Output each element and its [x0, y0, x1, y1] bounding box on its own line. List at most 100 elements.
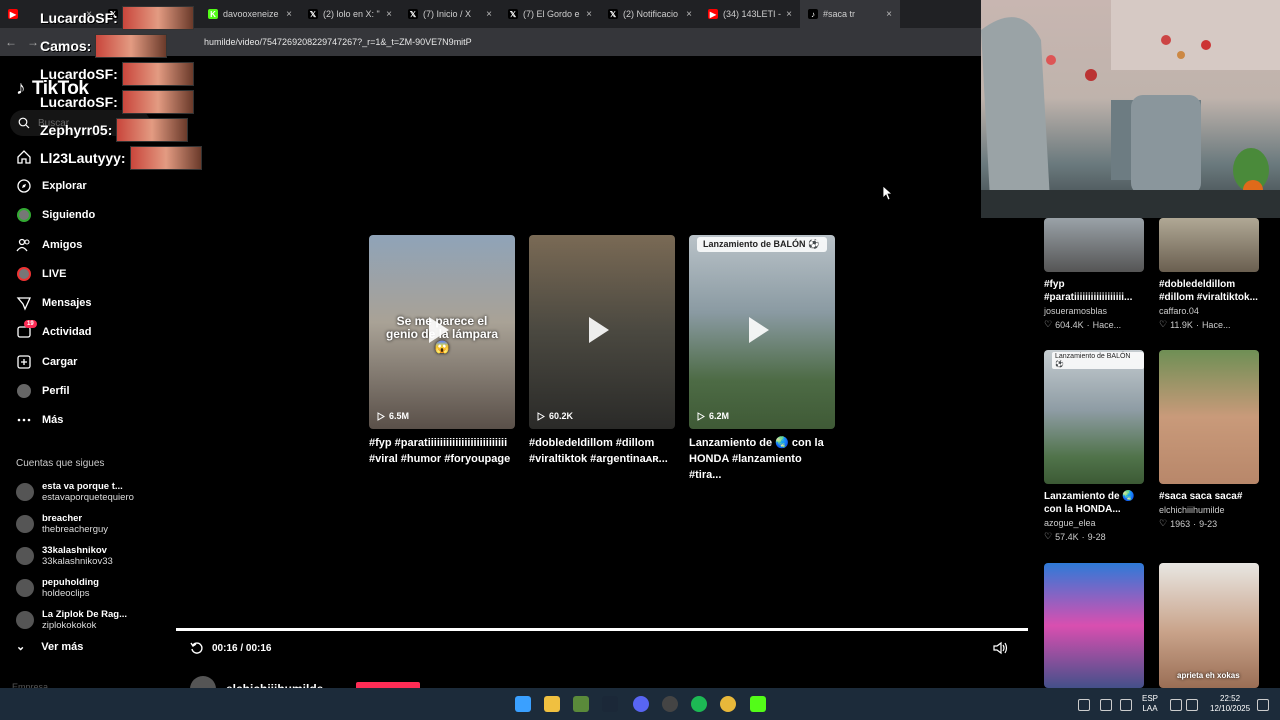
obs-icon[interactable] — [662, 696, 678, 712]
sidebar-item-label: Perfil — [42, 385, 70, 398]
spotify-icon[interactable] — [691, 696, 707, 712]
related-user[interactable]: josueramosblas — [1044, 306, 1144, 316]
following-account[interactable]: esta va porque t... estavaporquetequiero — [16, 476, 156, 508]
network-icon[interactable] — [1170, 699, 1182, 711]
related-title[interactable]: #fyp #paratiiiiiiiiiiiiiiiiii... — [1044, 278, 1144, 304]
related-user[interactable]: caffaro.04 — [1159, 306, 1259, 316]
related-video-card[interactable]: #saca saca saca# elchichiiihumilde ♡ 1963 · 9… — [1159, 350, 1259, 529]
related-user[interactable]: elchichiiihumilde — [1159, 505, 1259, 515]
play-icon[interactable] — [749, 317, 769, 343]
sidebar-item-label: Más — [42, 414, 64, 427]
shield-icon[interactable] — [1100, 699, 1112, 711]
video-card[interactable]: 60.2K #dobledeldillom #dillom #viraltikto… — [529, 235, 675, 483]
related-title[interactable]: #saca saca saca# — [1159, 490, 1259, 503]
sidebar-item-amigos[interactable]: Amigos — [0, 230, 160, 259]
video-thumbnail[interactable]: Lanzamiento de BALÓN ⚽ 6.2M — [689, 235, 835, 429]
chat-username: LucardoSF: — [40, 10, 118, 26]
account-text: breacher thebreacherguy — [42, 513, 108, 535]
browser-tab[interactable]: 𝕏 (2) Notificacio × — [600, 0, 700, 28]
chevron-up-icon[interactable] — [1078, 699, 1090, 711]
related-thumbnail[interactable]: aprieta eh xokas — [1159, 563, 1259, 688]
video-card[interactable]: Lanzamiento de BALÓN ⚽ 6.2M Lanzamiento de… — [689, 235, 835, 483]
video-thumbnail[interactable]: Se me parece el genio de la lámpara 😱 6.5… — [369, 235, 515, 429]
volume-icon[interactable] — [1186, 699, 1198, 711]
play-icon[interactable] — [429, 317, 449, 343]
related-video-card[interactable]: Lanzamiento de BALÓN ⚽ Lanzamiento de 🌏 c… — [1044, 350, 1144, 542]
sidebar-item-explorar[interactable]: Explorar — [0, 171, 160, 200]
video-description[interactable]: Lanzamiento de 🌏 con la HONDA #lanzamien… — [689, 435, 835, 483]
related-video-card[interactable]: #fyp #paratiiiiiiiiiiiiiiiiii... josueram… — [1044, 218, 1144, 330]
browser-tab[interactable]: Kdavooxeneize × — [200, 0, 300, 28]
browser-tab[interactable]: 𝕏 (7) El Gordo e × — [500, 0, 600, 28]
replay-icon[interactable] — [190, 641, 204, 655]
close-icon[interactable]: × — [286, 9, 292, 20]
related-thumbnail[interactable] — [1159, 218, 1259, 272]
sidebar-item-label: Siguiendo — [42, 209, 96, 222]
more-icon — [16, 412, 32, 428]
close-icon[interactable]: × — [386, 9, 392, 20]
related-title[interactable]: #dobledeldillom #dillom #viraltiktok... — [1159, 278, 1259, 304]
related-thumbnail[interactable] — [1044, 563, 1144, 688]
stream-chat-overlay: LucardoSF: Camos: LucardoSF: LucardoSF: Zeph… — [40, 4, 210, 172]
windows-start-icon[interactable] — [515, 696, 531, 712]
related-meta: ♡ 57.4K · 9-28 — [1044, 531, 1144, 542]
browser-tab[interactable]: 𝕏 (2) lolo en X: " × — [300, 0, 400, 28]
file-explorer-icon[interactable] — [544, 696, 560, 712]
sidebar-item-actividad[interactable]: Actividad 19 — [0, 318, 160, 347]
sidebar-item-ms[interactable]: Más — [0, 406, 160, 435]
video-thumbnail[interactable]: 60.2K — [529, 235, 675, 429]
avatar — [16, 515, 34, 533]
play-small-icon — [537, 411, 545, 421]
account-text: esta va porque t... estavaporquetequiero — [42, 481, 134, 503]
sidebar-item-live[interactable]: LIVE — [0, 259, 160, 288]
kick-icon[interactable] — [750, 696, 766, 712]
close-icon[interactable]: × — [886, 9, 892, 20]
close-icon[interactable]: × — [786, 9, 792, 20]
sidebar-item-mensajes[interactable]: Mensajes — [0, 288, 160, 317]
address-bar[interactable]: humilde/video/7547269208229747267?_r=1&_… — [204, 37, 472, 47]
chrome-icon[interactable] — [720, 696, 736, 712]
account-handle: holdeoclips — [42, 588, 90, 599]
play-icon[interactable] — [589, 317, 609, 343]
sidebar-item-cargar[interactable]: Cargar — [0, 347, 160, 376]
steam-icon[interactable] — [602, 696, 618, 712]
related-video-card[interactable]: #dobledeldillom #dillom #viraltiktok... c… — [1159, 218, 1259, 330]
related-thumbnail[interactable] — [1044, 218, 1144, 272]
browser-tab[interactable]: ♪ #saca tr × — [800, 0, 900, 28]
microphone-icon[interactable] — [1120, 699, 1132, 711]
related-thumbnail[interactable]: Lanzamiento de BALÓN ⚽ — [1044, 350, 1144, 484]
tab-title: (34) 143LETI - — [723, 9, 782, 19]
volume-icon[interactable] — [993, 641, 1009, 655]
video-progress-bar[interactable] — [176, 628, 1028, 631]
view-count-value: 60.2K — [549, 411, 574, 421]
related-thumbnail[interactable] — [1159, 350, 1259, 484]
chat-username: Camos: — [40, 38, 92, 54]
player-controls: 00:16 / 00:16 — [190, 641, 272, 655]
related-title[interactable]: Lanzamiento de 🌏 con la HONDA... — [1044, 490, 1144, 516]
browser-tab[interactable]: 𝕏 (7) Inicio / X × — [400, 0, 500, 28]
sidebar-item-siguiendo[interactable]: Siguiendo — [0, 201, 160, 230]
following-account[interactable]: breacher thebreacherguy — [16, 508, 156, 540]
related-video-card[interactable]: aprieta eh xokas — [1159, 563, 1259, 688]
discord-icon[interactable] — [633, 696, 649, 712]
close-icon[interactable]: × — [686, 9, 692, 20]
notification-icon[interactable] — [1257, 699, 1269, 711]
related-video-card[interactable] — [1044, 563, 1144, 688]
video-description[interactable]: #fyp #paratiiiiiiiiiiiiiiiiiiiiiiiiii #v… — [369, 435, 515, 467]
related-user[interactable]: azogue_elea — [1044, 518, 1144, 528]
following-account[interactable]: pepuholding holdeoclips — [16, 572, 156, 604]
video-card[interactable]: Se me parece el genio de la lámpara 😱 6.5… — [369, 235, 515, 483]
sidebar-item-perfil[interactable]: Perfil — [0, 376, 160, 405]
clock[interactable]: 22:52 12/10/2025 — [1210, 694, 1250, 714]
profile-icon — [16, 383, 32, 399]
following-account[interactable]: La Ziplok De Rag... ziplokokokok — [16, 604, 156, 636]
see-more-button[interactable]: ⌄ Ver más — [16, 640, 83, 654]
minecraft-icon[interactable] — [573, 696, 589, 712]
close-icon[interactable]: × — [486, 9, 492, 20]
language-indicator[interactable]: ESP LAA — [1142, 694, 1158, 714]
back-icon[interactable]: ← — [0, 35, 22, 49]
following-account[interactable]: 33kalashnikov 33kalashnikov33 — [16, 540, 156, 572]
video-description[interactable]: #dobledeldillom #dillom #viraltiktok #ar… — [529, 435, 675, 467]
close-icon[interactable]: × — [586, 9, 592, 20]
browser-tab[interactable]: ▶ (34) 143LETI - × — [700, 0, 800, 28]
